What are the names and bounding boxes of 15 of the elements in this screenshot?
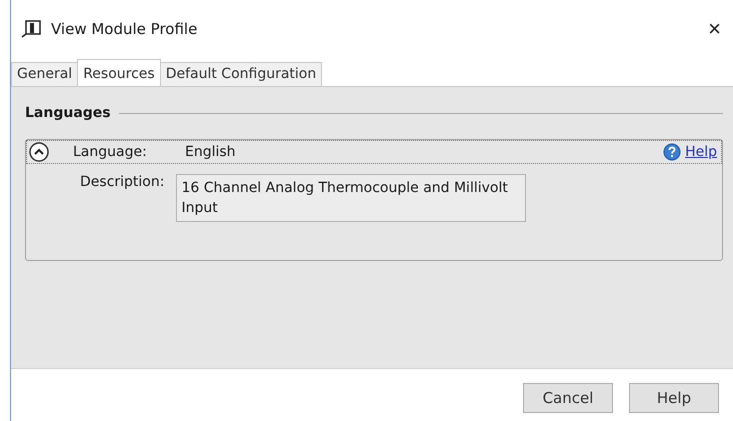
- field-label: Language:: [73, 144, 148, 160]
- close-button[interactable]: ×: [704, 16, 725, 42]
- help-icon: [663, 143, 682, 161]
- group-title: Languages: [25, 105, 111, 121]
- window-title: View Module Profile: [51, 20, 198, 38]
- tab[interactable]: Default Configuration: [160, 62, 322, 86]
- tab[interactable]: General: [11, 62, 78, 86]
- field-label: Description:: [80, 174, 164, 190]
- help-link[interactable]: Help: [685, 144, 717, 160]
- description-field[interactable]: 16 Channel Analog Thermocouple and Millivolt Input: [176, 174, 526, 222]
- module-icon: [21, 20, 43, 38]
- dialog-button[interactable]: Cancel: [523, 383, 613, 413]
- collapse-button[interactable]: [29, 142, 49, 162]
- field-value: English: [185, 144, 237, 160]
- dialog-button[interactable]: Help: [629, 383, 719, 413]
